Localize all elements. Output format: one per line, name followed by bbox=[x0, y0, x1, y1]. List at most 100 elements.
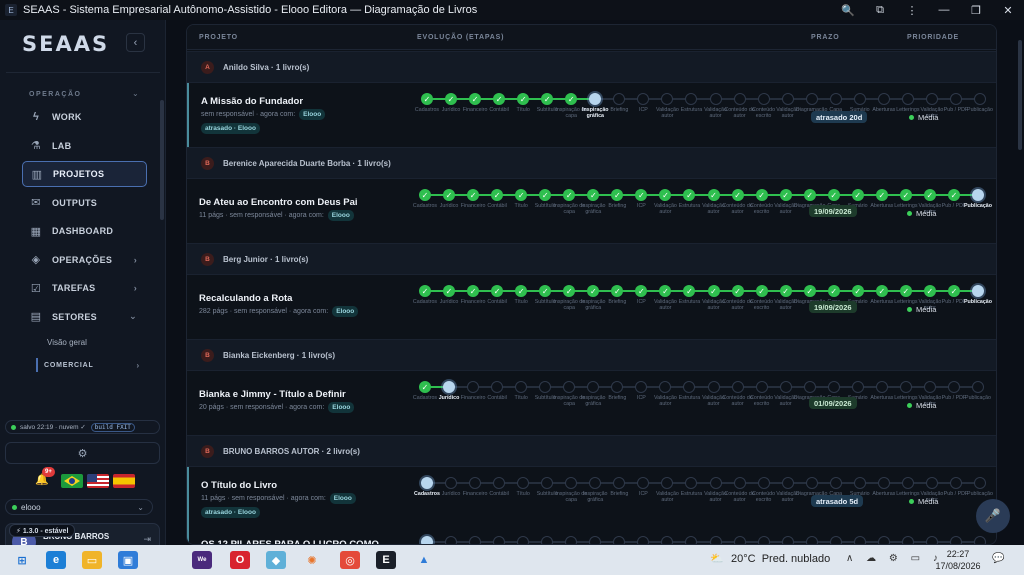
stage-dot-icon bbox=[925, 536, 938, 544]
magnifier-icon[interactable]: 🔍 bbox=[832, 0, 864, 20]
stage-dot-icon bbox=[587, 381, 600, 393]
extensions-icon[interactable]: ⧉ bbox=[864, 0, 896, 20]
stage-dot-icon bbox=[421, 477, 433, 489]
stage-dot-icon bbox=[565, 477, 578, 489]
settings-button[interactable]: ⚙ bbox=[5, 442, 160, 464]
sidebar-item-label: OPERAÇÕES bbox=[52, 254, 113, 265]
stage-label: Publicação bbox=[967, 107, 993, 113]
check-icon: ✓ bbox=[683, 285, 696, 297]
minimize-button[interactable]: — bbox=[928, 0, 960, 20]
sidebar-item-setores[interactable]: ▤ SETORES ⌄ bbox=[22, 304, 147, 330]
deadline-badge: 19/09/2026 bbox=[809, 301, 857, 313]
author-group-row[interactable]: B Berenice Aparecida Duarte Borba · 1 liv… bbox=[187, 147, 996, 179]
author-group-row[interactable]: B Bianka Eickenberg · 1 livro(s) bbox=[187, 339, 996, 371]
check-icon: ✓ bbox=[563, 285, 576, 297]
close-button[interactable]: ✕ bbox=[992, 0, 1024, 20]
welib-icon[interactable]: We bbox=[192, 551, 212, 569]
notification-center-icon[interactable]: 💬 bbox=[992, 553, 1004, 564]
check-icon: ✓ bbox=[469, 93, 482, 105]
project-title[interactable]: Bianka e Jimmy - Título a Definir bbox=[199, 389, 346, 400]
stage-dot-icon bbox=[851, 381, 864, 393]
sidebar-subitem-comercial[interactable]: COMERCIAL › bbox=[36, 358, 146, 372]
file-explorer-icon[interactable]: ▭ bbox=[82, 551, 102, 569]
flag-usa-icon[interactable] bbox=[87, 474, 109, 488]
stage-progress: ✓ Cadastros ✓ Jurídico ✓ Financeiro ✓ Contábil ✓… bbox=[415, 93, 993, 133]
system-tray[interactable]: ∧ ☁ ⚙ ▭ ♪ bbox=[846, 553, 943, 564]
arc-app-icon[interactable]: ▲ bbox=[414, 551, 434, 569]
author-group-row[interactable]: A Anildo Silva · 1 livro(s) bbox=[187, 51, 996, 83]
flag-spain-icon[interactable] bbox=[113, 474, 135, 488]
author-group-row[interactable]: B BRUNO BARROS AUTOR · 2 livro(s) bbox=[187, 435, 996, 467]
clock[interactable]: 22:27 17/08/2026 bbox=[934, 548, 982, 572]
taskbar: ⊞ e ▭ ▣ We O ◆ ✺ ◎ E ▲ ⛅ 20°C Pred. nubl… bbox=[0, 545, 1024, 575]
check-icon: ✓ bbox=[683, 189, 696, 201]
microphone-button[interactable]: 🎤 bbox=[976, 499, 1010, 533]
check-icon: ✓ bbox=[731, 189, 744, 201]
priority-label: Média bbox=[916, 209, 937, 218]
check-icon: ✓ bbox=[443, 189, 456, 201]
stage-dot-icon bbox=[443, 381, 456, 393]
logout-icon[interactable]: ⇥ bbox=[143, 534, 151, 545]
scrollbar[interactable] bbox=[1018, 40, 1022, 150]
sidebar-item-operações[interactable]: ◈ OPERAÇÕES › bbox=[22, 247, 147, 273]
check-icon: ✓ bbox=[611, 285, 624, 297]
project-row[interactable]: O Título do Livro 11 págs · sem responsáv… bbox=[187, 467, 996, 531]
more-menu-icon[interactable]: ⋮ bbox=[896, 0, 928, 20]
stage-dot-icon bbox=[563, 381, 576, 393]
priority-dot-icon bbox=[907, 403, 912, 408]
chrome-icon[interactable]: ◎ bbox=[340, 551, 360, 569]
project-title[interactable]: De Ateu ao Encontro com Deus Pai bbox=[199, 197, 358, 208]
weather-widget[interactable]: ⛅ 20°C Pred. nublado bbox=[710, 552, 830, 566]
project-meta: sem responsável · agora com: Elooo bbox=[201, 109, 326, 120]
workspace-select[interactable]: elooo ⌄ bbox=[5, 499, 153, 515]
priority-dot-icon bbox=[907, 211, 912, 216]
sidebar-item-lab[interactable]: ⚗ LAB bbox=[22, 133, 147, 159]
sidebar-item-label: PROJETOS bbox=[53, 169, 105, 179]
maximize-button[interactable]: ❐ bbox=[960, 0, 992, 20]
flag-brazil-icon[interactable] bbox=[61, 474, 83, 488]
gear-icon: ⚙ bbox=[77, 447, 88, 460]
check-icon: ✓ bbox=[875, 189, 888, 201]
sidebar-subitem-visao-geral[interactable]: Visão geral bbox=[47, 338, 87, 347]
project-row[interactable]: A Missão do Fundador sem responsável · ag… bbox=[187, 83, 996, 147]
opera-icon[interactable]: O bbox=[230, 551, 250, 569]
sidebar-item-work[interactable]: ϟ WORK bbox=[22, 104, 147, 130]
edge-browser-icon[interactable]: e bbox=[46, 551, 66, 569]
app-icon[interactable]: ◆ bbox=[266, 551, 286, 569]
store-icon[interactable]: ▣ bbox=[118, 551, 138, 569]
project-title[interactable]: O Título do Livro bbox=[201, 480, 277, 491]
collapse-sidebar-button[interactable]: ‹ bbox=[126, 33, 145, 52]
chevron-down-icon[interactable]: ⌄ bbox=[132, 89, 139, 98]
project-row[interactable]: Bianka e Jimmy - Título a Definir 20 págs… bbox=[187, 371, 996, 435]
bolt-icon: ϟ bbox=[32, 111, 40, 123]
stage-dot-icon bbox=[972, 285, 984, 297]
project-row[interactable]: OS 12 PILARES PARA O LUCRO COMO bbox=[187, 531, 996, 544]
project-title[interactable]: A Missão do Fundador bbox=[201, 96, 303, 107]
check-icon: ✓ bbox=[779, 189, 792, 201]
author-group-row[interactable]: B Berg Junior · 1 livro(s) bbox=[187, 243, 996, 275]
project-row[interactable]: De Ateu ao Encontro com Deus Pai 11 págs … bbox=[187, 179, 996, 243]
stage-dot-icon bbox=[829, 93, 842, 105]
check-icon: ✓ bbox=[659, 285, 672, 297]
stage-dot-icon bbox=[659, 381, 672, 393]
author-group-label: Anildo Silva · 1 livro(s) bbox=[223, 62, 310, 72]
sidebar-item-projetos[interactable]: ▥ PROJETOS bbox=[22, 161, 147, 187]
chevron-down-icon: ⌄ bbox=[129, 311, 137, 321]
stage-dot-icon bbox=[709, 93, 722, 105]
stage-dot-icon bbox=[733, 93, 746, 105]
scrollbar[interactable] bbox=[160, 100, 164, 220]
priority-dot-icon bbox=[907, 307, 912, 312]
stage-dot-icon bbox=[755, 381, 768, 393]
windows-start-icon[interactable]: ⊞ bbox=[12, 551, 32, 569]
stage-dot-icon bbox=[853, 477, 866, 489]
sun-app-icon[interactable]: ✺ bbox=[302, 551, 322, 569]
stage-dot-icon bbox=[469, 477, 482, 489]
project-row[interactable]: Recalculando a Rota 282 págs · sem respon… bbox=[187, 275, 996, 339]
sidebar-item-tarefas[interactable]: ☑ TAREFAS › bbox=[22, 275, 147, 301]
elooo-app-icon[interactable]: E bbox=[376, 551, 396, 569]
sidebar-item-dashboard[interactable]: ▦ DASHBOARD bbox=[22, 218, 147, 244]
project-title[interactable]: Recalculando a Rota bbox=[199, 293, 292, 304]
sidebar-item-outputs[interactable]: ✉ OUTPUTS bbox=[22, 190, 147, 216]
weather-temp: 20°C bbox=[731, 553, 756, 565]
stage-dot-icon bbox=[781, 93, 794, 105]
